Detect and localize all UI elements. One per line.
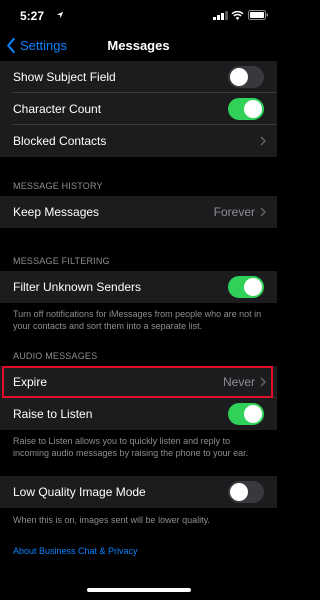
- character-count-row: Character Count: [0, 93, 277, 125]
- raise-to-listen-label: Raise to Listen: [13, 407, 93, 421]
- raise-to-listen-row: Raise to Listen: [0, 398, 277, 430]
- message-filtering-header: MESSAGE FILTERING: [13, 256, 110, 266]
- status-time: 5:27: [20, 9, 45, 23]
- page-title: Messages: [107, 38, 170, 53]
- toggle-knob: [244, 100, 262, 118]
- chevron-right-icon: [260, 207, 266, 217]
- low-quality-image-mode-toggle[interactable]: [228, 481, 264, 503]
- show-subject-field-row: Show Subject Field: [0, 61, 277, 93]
- cellular-signal-icon: [213, 11, 228, 20]
- toggle-knob: [230, 68, 248, 86]
- business-chat-privacy-link[interactable]: About Business Chat & Privacy: [13, 546, 138, 556]
- filter-unknown-senders-label: Filter Unknown Senders: [13, 280, 142, 294]
- home-indicator[interactable]: [87, 588, 191, 592]
- audio-messages-header: AUDIO MESSAGES: [13, 351, 98, 361]
- raise-footnote: Raise to Listen allows you to quickly li…: [13, 436, 249, 458]
- low-quality-image-mode-row: Low Quality Image Mode: [0, 476, 277, 508]
- blocked-contacts-label: Blocked Contacts: [13, 134, 107, 148]
- raise-to-listen-toggle[interactable]: [228, 403, 264, 425]
- toggle-knob: [230, 483, 248, 501]
- low-quality-image-mode-label: Low Quality Image Mode: [13, 485, 146, 499]
- filter-footnote: Turn off notifications for iMessages fro…: [13, 309, 262, 331]
- character-count-toggle[interactable]: [228, 98, 264, 120]
- keep-messages-label: Keep Messages: [13, 205, 100, 219]
- message-history-header: MESSAGE HISTORY: [13, 181, 103, 191]
- filter-unknown-senders-row: Filter Unknown Senders: [0, 271, 277, 303]
- show-subject-field-toggle[interactable]: [228, 66, 264, 88]
- navigation-bar: Settings Messages: [0, 30, 277, 60]
- toggle-knob: [244, 278, 262, 296]
- character-count-label: Character Count: [13, 102, 102, 116]
- chevron-right-icon: [260, 136, 266, 146]
- filter-unknown-senders-toggle[interactable]: [228, 276, 264, 298]
- wifi-icon: [231, 10, 244, 20]
- location-arrow-icon: [56, 11, 64, 19]
- keep-messages-value: Forever: [213, 205, 255, 219]
- status-bar: 5:27: [0, 0, 277, 30]
- expire-highlight-box: [2, 366, 273, 398]
- blocked-contacts-row[interactable]: Blocked Contacts: [0, 125, 277, 157]
- toggle-knob: [244, 405, 262, 423]
- low-quality-footnote: When this is on, images sent will be low…: [13, 515, 210, 525]
- keep-messages-row[interactable]: Keep Messages Forever: [0, 196, 277, 228]
- show-subject-field-label: Show Subject Field: [13, 70, 116, 84]
- battery-icon: [248, 10, 268, 20]
